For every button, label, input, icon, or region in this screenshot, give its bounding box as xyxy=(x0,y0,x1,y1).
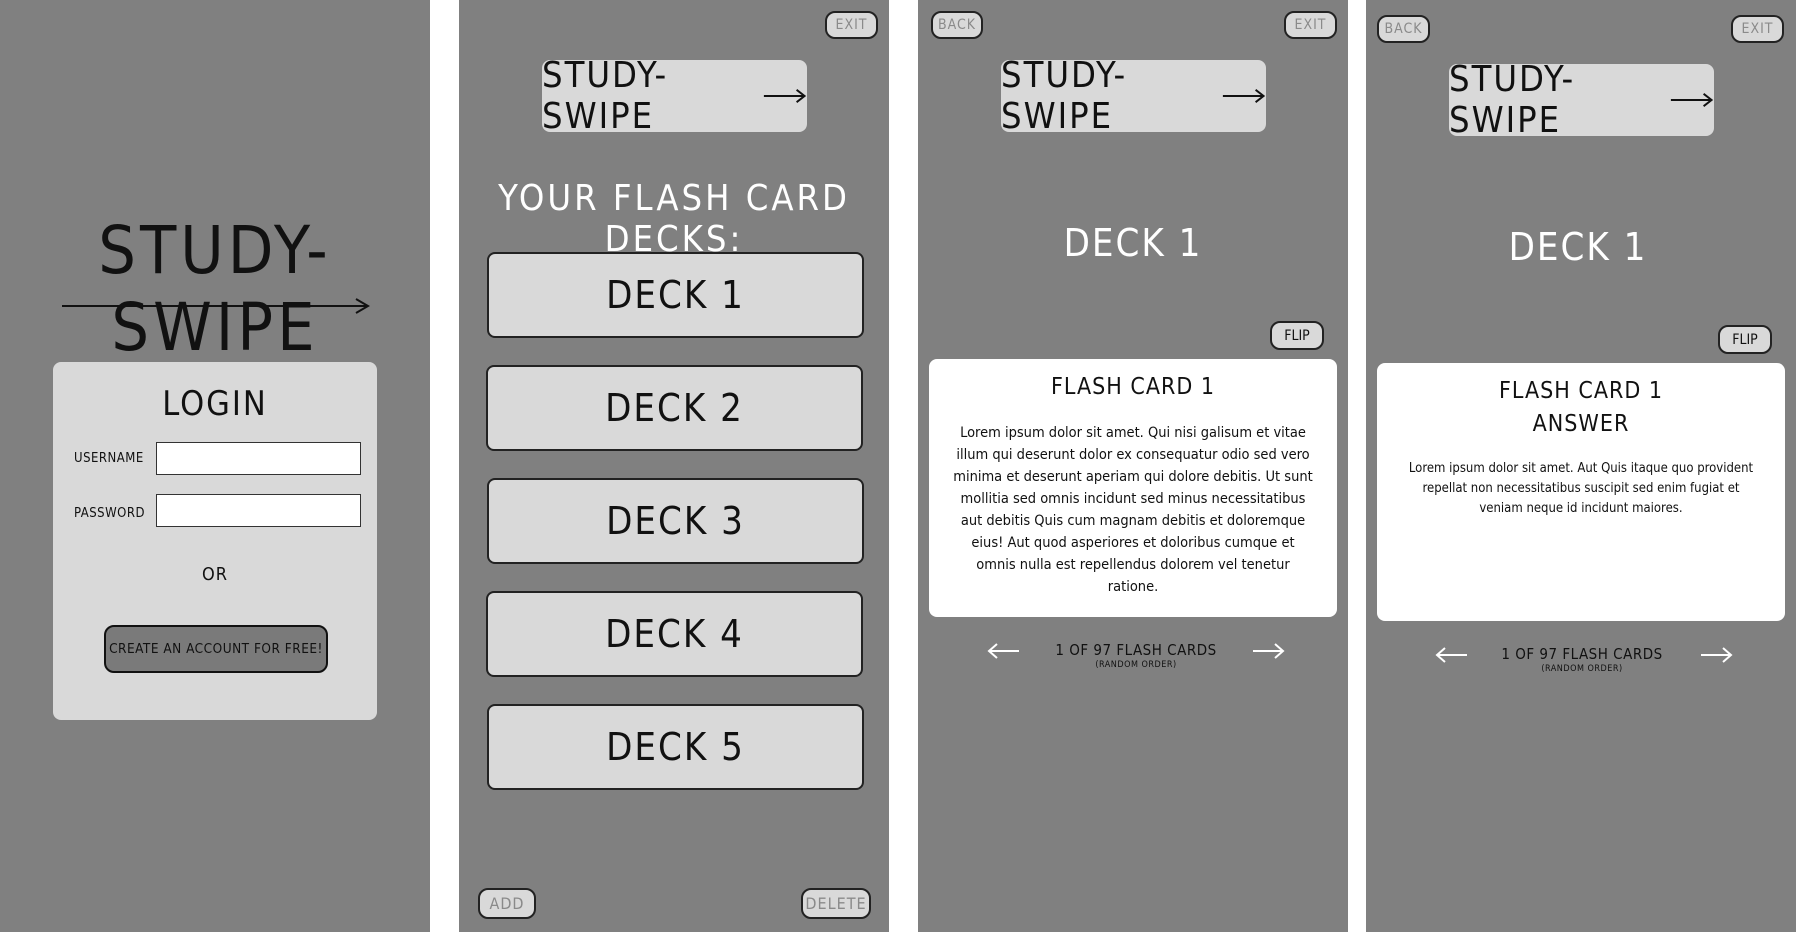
logo-text: STUDY-SWIPE xyxy=(542,55,669,137)
long-right-arrow-icon xyxy=(1670,93,1713,107)
logo-text: STUDY-SWIPE xyxy=(1449,59,1576,141)
left-arrow-icon[interactable] xyxy=(987,643,1021,659)
login-card: LOGIN USERNAME PASSWORD OR CREATE AN ACC… xyxy=(53,362,377,720)
card-subtitle: ANSWER xyxy=(1532,411,1630,437)
delete-deck-button[interactable]: DELETE xyxy=(801,888,871,919)
login-screen: STUDY-SWIPE LOGIN USERNAME PASSWORD OR C… xyxy=(0,0,430,932)
login-heading: LOGIN xyxy=(162,384,268,424)
decks-screen: EXIT STUDY-SWIPE YOUR FLASH CARD DECKS: … xyxy=(459,0,889,932)
deck-title: DECK 1 xyxy=(1063,221,1203,265)
card-counter-text: 1 OF 97 FLASH CARDS xyxy=(1055,641,1217,659)
right-arrow-icon[interactable] xyxy=(1699,647,1733,663)
card-question-text: Lorem ipsum dolor sit amet. Qui nisi gal… xyxy=(953,425,1313,595)
deck-button-5[interactable]: DECK 5 xyxy=(487,704,864,790)
deck-button-4[interactable]: DECK 4 xyxy=(486,591,863,677)
card-title: FLASH CARD 1 xyxy=(1050,374,1216,400)
exit-button[interactable]: EXIT xyxy=(1284,11,1337,39)
long-right-arrow-icon xyxy=(763,89,806,103)
flip-button[interactable]: FLIP xyxy=(1270,321,1324,350)
or-divider-text: OR xyxy=(202,564,228,585)
logo-text: STUDY-SWIPE xyxy=(1001,55,1128,137)
username-field[interactable] xyxy=(156,442,361,475)
order-note: (RANDOM ORDER) xyxy=(1095,660,1177,670)
logo-button[interactable]: STUDY-SWIPE xyxy=(1001,55,1266,137)
long-right-arrow-icon xyxy=(62,298,370,314)
deck-button-2[interactable]: DECK 2 xyxy=(486,365,863,451)
password-label: PASSWORD xyxy=(74,506,145,521)
app-title: STUDY-SWIPE xyxy=(98,212,332,366)
flash-card[interactable]: FLASH CARD 1 ANSWER Lorem ipsum dolor si… xyxy=(1377,363,1785,621)
deck-button-1[interactable]: DECK 1 xyxy=(487,252,864,338)
decks-heading: YOUR FLASH CARD DECKS: xyxy=(498,178,850,260)
flip-button[interactable]: FLIP xyxy=(1718,325,1772,354)
back-button[interactable]: BACK xyxy=(931,11,983,39)
card-counter: 1 OF 97 FLASH CARDS (RANDOM ORDER) xyxy=(1036,641,1236,670)
card-answer-text: Lorem ipsum dolor sit amet. Aut Quis ita… xyxy=(1408,461,1754,516)
create-account-button[interactable]: CREATE AN ACCOUNT FOR FREE! xyxy=(104,625,328,673)
card-title: FLASH CARD 1 xyxy=(1498,378,1664,404)
back-button[interactable]: BACK xyxy=(1377,15,1430,43)
exit-button[interactable]: EXIT xyxy=(1731,15,1784,43)
long-right-arrow-icon xyxy=(1222,89,1265,103)
username-label: USERNAME xyxy=(74,451,144,466)
logo-button[interactable]: STUDY-SWIPE xyxy=(542,55,807,137)
flashcard-question-screen: BACK EXIT STUDY-SWIPE DECK 1 FLIP FLASH … xyxy=(918,0,1348,932)
deck-title: DECK 1 xyxy=(1508,225,1648,269)
flashcard-answer-screen: BACK EXIT STUDY-SWIPE DECK 1 FLIP FLASH … xyxy=(1366,0,1796,932)
password-field[interactable] xyxy=(156,494,361,527)
flash-card[interactable]: FLASH CARD 1 Lorem ipsum dolor sit amet.… xyxy=(929,359,1337,617)
exit-button[interactable]: EXIT xyxy=(825,11,878,39)
card-counter: 1 OF 97 FLASH CARDS (RANDOM ORDER) xyxy=(1482,645,1682,674)
card-counter-text: 1 OF 97 FLASH CARDS xyxy=(1501,645,1663,663)
logo-button[interactable]: STUDY-SWIPE xyxy=(1449,59,1714,141)
deck-button-3[interactable]: DECK 3 xyxy=(487,478,864,564)
add-deck-button[interactable]: ADD xyxy=(478,888,536,919)
left-arrow-icon[interactable] xyxy=(1435,647,1469,663)
right-arrow-icon[interactable] xyxy=(1251,643,1285,659)
order-note: (RANDOM ORDER) xyxy=(1541,664,1623,674)
